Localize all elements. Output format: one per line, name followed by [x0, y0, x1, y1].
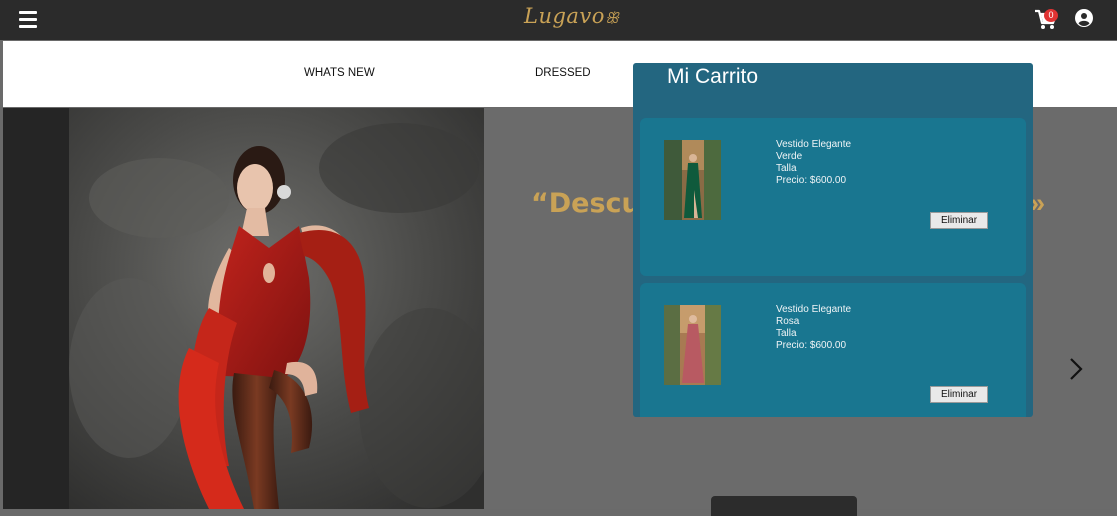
remove-item-button[interactable]: Eliminar	[930, 212, 988, 229]
user-account-icon[interactable]	[1075, 9, 1093, 27]
logo-text: Lugavo	[524, 4, 605, 28]
item-price: Precio: $600.00	[776, 340, 847, 351]
product-thumbnail-pink-dress	[664, 305, 721, 385]
hamburger-menu-icon[interactable]	[19, 11, 37, 29]
hero-quote-text: “Descu	[531, 188, 641, 219]
logo-flower-icon: ꕥ	[604, 9, 620, 27]
product-thumbnail-green-dress	[664, 140, 721, 220]
item-size: Talla	[776, 163, 797, 174]
cart-item: Vestido Elegante Verde Talla Precio: $60…	[640, 118, 1026, 276]
cart-title: Mi Carrito	[667, 65, 759, 88]
hero-model-photo	[69, 108, 484, 509]
cart-count-badge: 0	[1044, 9, 1058, 22]
item-size: Talla	[776, 328, 797, 339]
item-price: Precio: $600.00	[776, 175, 847, 186]
brand-logo[interactable]: Lugavoꕥ	[524, 4, 619, 28]
item-name: Vestido Elegante	[776, 304, 852, 315]
remove-item-button[interactable]: Eliminar	[930, 386, 988, 403]
cart-item-details: Vestido Elegante Verde Talla Precio: $60…	[776, 139, 851, 187]
cart-panel: Mi Carrito Vestido Elegante Verde Talla …	[633, 63, 1033, 417]
hero-cta-button[interactable]	[711, 496, 857, 516]
hero-side-strip	[3, 108, 69, 509]
top-bar: Lugavoꕥ 0	[0, 0, 1117, 40]
item-color: Verde	[776, 151, 803, 162]
item-name: Vestido Elegante	[776, 139, 852, 150]
nav-item-dressed[interactable]: DRESSED	[535, 67, 591, 79]
cart-item: Vestido Elegante Rosa Talla Precio: $600…	[640, 283, 1026, 417]
nav-item-whats-new[interactable]: WHATS NEW	[304, 67, 375, 79]
item-color: Rosa	[776, 316, 800, 327]
cart-item-details: Vestido Elegante Rosa Talla Precio: $600…	[776, 304, 851, 352]
chevron-right-icon[interactable]	[1068, 356, 1084, 382]
